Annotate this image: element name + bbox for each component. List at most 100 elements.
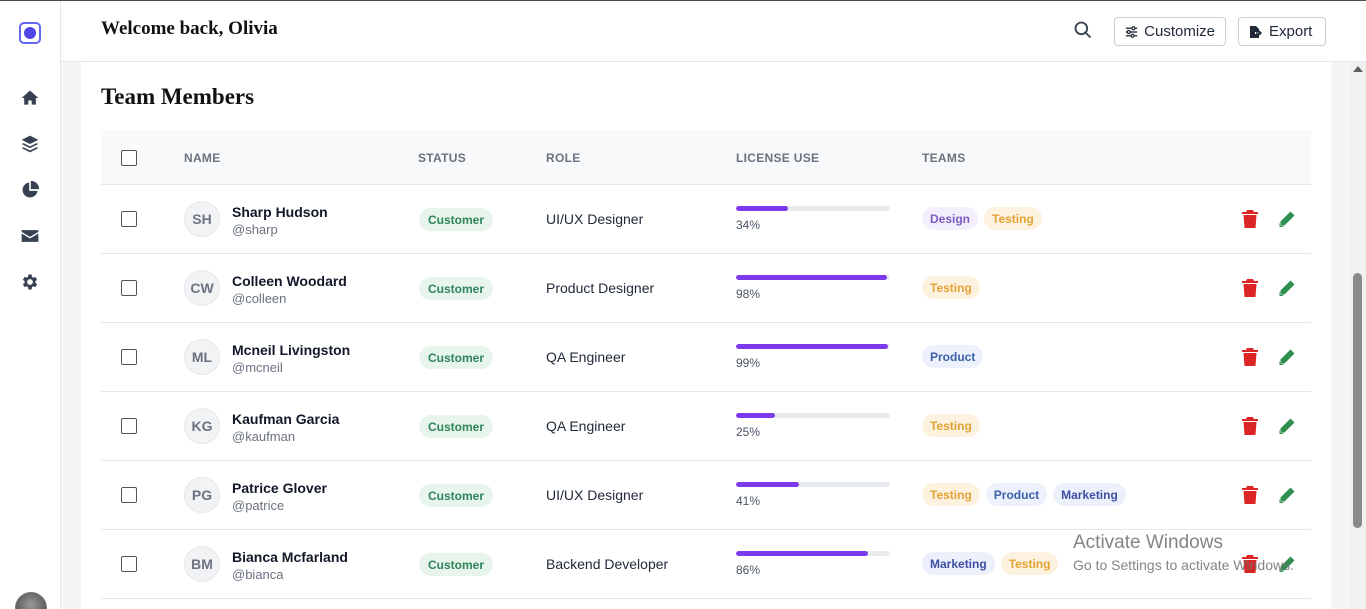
license-progress-bar <box>736 206 890 211</box>
license-percent: 34% <box>736 218 761 232</box>
select-all-checkbox[interactable] <box>121 150 137 166</box>
license-progress-bar <box>736 551 890 556</box>
vertical-scrollbar[interactable] <box>1350 62 1366 609</box>
welcome-title: Welcome back, Olivia <box>101 18 278 39</box>
team-tags: Testing <box>922 414 980 437</box>
row-checkbox[interactable] <box>121 487 137 503</box>
edit-pencil-icon[interactable] <box>1278 210 1298 230</box>
status-badge: Customer <box>419 346 494 369</box>
export-file-icon <box>1250 25 1262 38</box>
export-button[interactable]: Export <box>1238 17 1326 46</box>
member-role: UI/UX Designer <box>546 487 644 503</box>
row-checkbox[interactable] <box>121 349 137 365</box>
status-badge: Customer <box>419 277 494 300</box>
home-icon[interactable] <box>18 86 42 110</box>
member-handle: @patrice <box>232 498 285 513</box>
license-progress-bar <box>736 482 890 487</box>
table-row: KG Kaufman Garcia @kaufman Customer QA E… <box>101 392 1311 461</box>
column-license-use[interactable]: LICENSE USE <box>736 151 819 165</box>
member-name: Mcneil Livingston <box>232 342 351 358</box>
status-badge: Customer <box>419 208 494 231</box>
team-tag[interactable]: Design <box>922 207 979 230</box>
delete-icon[interactable] <box>1242 486 1262 506</box>
status-badge: Customer <box>419 553 494 576</box>
member-name: Colleen Woodard <box>232 273 347 289</box>
edit-pencil-icon[interactable] <box>1278 279 1298 299</box>
team-tag[interactable]: Marketing <box>922 552 995 575</box>
license-progress-bar <box>736 344 890 349</box>
license-progress-bar <box>736 413 890 418</box>
license-percent: 86% <box>736 563 761 577</box>
avatar: KG <box>184 408 220 444</box>
app-window: Welcome back, Olivia Customize Export Te… <box>0 0 1366 609</box>
member-handle: @colleen <box>232 291 287 306</box>
avatar: BM <box>184 546 220 582</box>
activation-watermark: Activate Windows Go to Settings to activ… <box>1073 532 1294 573</box>
license-percent: 41% <box>736 494 761 508</box>
team-tag[interactable]: Product <box>985 483 1048 506</box>
edit-pencil-icon[interactable] <box>1278 417 1298 437</box>
member-name: Sharp Hudson <box>232 204 328 220</box>
column-name[interactable]: NAME <box>184 151 221 165</box>
customize-button[interactable]: Customize <box>1114 17 1226 46</box>
page-title: Team Members <box>101 84 255 109</box>
column-status[interactable]: STATUS <box>418 151 466 165</box>
license-percent: 99% <box>736 356 761 370</box>
column-role[interactable]: ROLE <box>546 151 581 165</box>
row-checkbox[interactable] <box>121 556 137 572</box>
status-badge: Customer <box>419 484 494 507</box>
sidebar <box>0 1 61 609</box>
license-progress-fill <box>736 413 775 418</box>
team-tag[interactable]: Marketing <box>1053 483 1126 506</box>
member-name: Bianca Mcfarland <box>232 549 348 565</box>
table-row: PG Patrice Glover @patrice Customer UI/U… <box>101 461 1311 530</box>
team-tag[interactable]: Testing <box>1000 552 1059 575</box>
watermark-title: Activate Windows <box>1073 532 1223 553</box>
team-tags: Testing Product Marketing <box>922 483 1126 506</box>
team-tag[interactable]: Testing <box>922 414 980 437</box>
team-tag[interactable]: Testing <box>922 276 980 299</box>
avatar: ML <box>184 339 220 375</box>
watermark-subtitle: Go to Settings to activate Windows. <box>1073 557 1294 573</box>
license-progress-fill <box>736 482 800 487</box>
member-role: QA Engineer <box>546 418 626 434</box>
mail-icon[interactable] <box>18 224 42 248</box>
user-avatar[interactable] <box>15 592 47 609</box>
team-tags: Marketing Testing <box>922 552 1059 575</box>
pie-chart-icon[interactable] <box>18 178 42 202</box>
license-percent: 98% <box>736 287 761 301</box>
delete-icon[interactable] <box>1242 279 1262 299</box>
member-handle: @mcneil <box>232 360 283 375</box>
search-icon[interactable] <box>1073 20 1097 44</box>
edit-pencil-icon[interactable] <box>1278 348 1298 368</box>
team-tag[interactable]: Product <box>922 345 984 368</box>
delete-icon[interactable] <box>1242 210 1262 230</box>
team-tags: Testing <box>922 276 980 299</box>
member-handle: @kaufman <box>232 429 296 444</box>
row-checkbox[interactable] <box>121 418 137 434</box>
team-tags: Design Testing <box>922 207 1042 230</box>
delete-icon[interactable] <box>1242 417 1262 437</box>
row-checkbox[interactable] <box>121 280 137 296</box>
customize-label: Customize <box>1144 23 1215 40</box>
scroll-up-arrow-icon[interactable] <box>1353 66 1363 72</box>
team-tag[interactable]: Testing <box>922 483 980 506</box>
app-logo[interactable] <box>19 22 41 44</box>
top-header: Welcome back, Olivia Customize Export <box>61 1 1366 62</box>
table-header: NAME STATUS ROLE LICENSE USE TEAMS <box>101 130 1311 185</box>
scroll-thumb[interactable] <box>1353 273 1362 528</box>
export-label: Export <box>1269 23 1313 40</box>
column-teams[interactable]: TEAMS <box>922 151 966 165</box>
member-name: Kaufman Garcia <box>232 411 340 427</box>
member-handle: @bianca <box>232 567 284 582</box>
layers-icon[interactable] <box>18 132 42 156</box>
table-row: ML Mcneil Livingston @mcneil Customer QA… <box>101 323 1311 392</box>
member-role: Backend Developer <box>546 556 669 572</box>
gear-icon[interactable] <box>18 270 42 294</box>
license-progress-fill <box>736 275 887 280</box>
delete-icon[interactable] <box>1242 348 1262 368</box>
license-progress-bar <box>736 275 890 280</box>
row-checkbox[interactable] <box>121 211 137 227</box>
edit-pencil-icon[interactable] <box>1278 486 1298 506</box>
team-tag[interactable]: Testing <box>984 207 1042 230</box>
